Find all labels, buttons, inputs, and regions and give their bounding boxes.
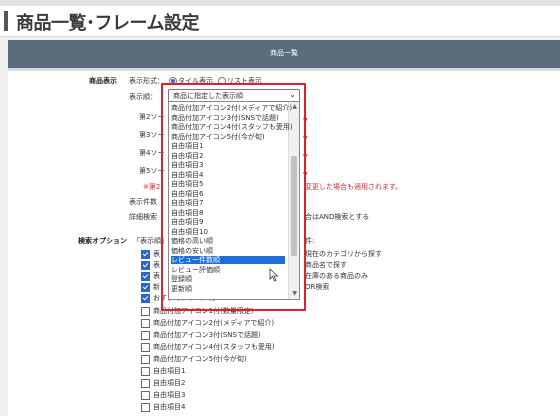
note-text: ※第2 [143, 183, 161, 191]
free1-label: 自由項目1 [153, 367, 186, 375]
option-label-2: 表 [153, 261, 160, 269]
option-label-4: 新 [153, 283, 160, 291]
search-lead-right: 件: [305, 237, 315, 245]
option-checkbox-5[interactable] [141, 294, 150, 303]
icon4-label: 商品付加アイコン4付(スタッフも愛用) [153, 343, 275, 351]
free2-label: 自由項目2 [153, 379, 186, 387]
format-label: 表示形式： [129, 77, 164, 85]
icon1-checkbox[interactable] [141, 307, 150, 316]
note-text-tail: 変更した場合も適用されます。 [305, 183, 403, 191]
option-right-1: 現在のカテゴリから探す [305, 250, 382, 258]
icon2-checkbox[interactable] [141, 319, 150, 328]
icon3-label: 商品付加アイコン3付(SNSで話題) [153, 331, 261, 339]
icon3-checkbox[interactable] [141, 331, 150, 340]
panel-header-title: 商品一覧 [270, 49, 298, 57]
free3-checkbox[interactable] [141, 391, 150, 400]
panel-header: 商品一覧 [8, 40, 560, 68]
icon5-checkbox[interactable] [141, 355, 150, 364]
option-checkbox-1[interactable] [141, 250, 150, 259]
option-right-3: 在庫のある商品のみ [305, 272, 368, 280]
order-label: 表示順： [129, 93, 157, 101]
free1-checkbox[interactable] [141, 367, 150, 376]
page-title: 商品一覧･フレーム設定 [4, 9, 199, 35]
option-checkbox-4[interactable] [141, 283, 150, 292]
detail-tail: 合はAND検索とする [305, 213, 370, 221]
option-right-2: 商品名で探す [305, 261, 347, 269]
icon2-label: 商品付加アイコン2付(メディアで紹介) [153, 319, 275, 327]
count-label: 表示件数 [129, 198, 157, 206]
detail-label: 詳細検索 [129, 213, 157, 221]
option-label-1: 表 [153, 250, 160, 258]
free4-checkbox[interactable] [141, 403, 150, 412]
icon4-checkbox[interactable] [141, 343, 150, 352]
highlight-box [161, 83, 306, 311]
option-checkbox-3[interactable] [141, 272, 150, 281]
display-section-label: 商品表示 [89, 77, 117, 85]
option-label-3: 表 [153, 272, 160, 280]
option-right-4: OR検索 [305, 283, 330, 291]
mouse-cursor-icon [269, 268, 279, 282]
free3-label: 自由項目3 [153, 391, 186, 399]
search-section-label: 検索オプション [78, 237, 127, 245]
free2-checkbox[interactable] [141, 379, 150, 388]
free4-label: 自由項目4 [153, 403, 186, 411]
icon5-label: 商品付加アイコン5付(今が旬) [153, 355, 247, 363]
panel-divider [8, 68, 560, 71]
title-bar: 商品一覧･フレーム設定 [0, 6, 560, 37]
option-checkbox-2[interactable] [141, 261, 150, 270]
